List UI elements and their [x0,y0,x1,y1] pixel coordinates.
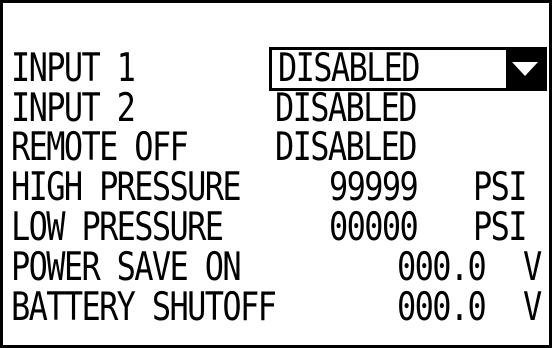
battery-shutoff-unit: V [523,285,542,330]
input1-dropdown[interactable]: DISABLED [269,47,547,91]
battery-shutoff-value[interactable]: 000.0 [397,288,487,328]
high-pressure-unit: PSI [473,165,528,210]
low-pressure-unit: PSI [473,205,528,250]
remote-off-value[interactable]: DISABLED [275,128,418,168]
power-save-on-unit: V [523,245,542,290]
low-pressure-label: LOW PRESSURE [11,205,224,250]
power-save-on-label: POWER SAVE ON [11,245,242,290]
lcd-screen: INPUT 1 DISABLED INPUT 2 DISABLED REMOTE… [0,0,552,348]
high-pressure-label: HIGH PRESSURE [11,165,242,210]
power-save-on-value[interactable]: 000.0 [397,248,487,288]
input1-selected-value: DISABLED [278,46,421,91]
input1-label: INPUT 1 [11,46,136,91]
input2-label: INPUT 2 [11,86,136,131]
remote-off-label: REMOTE OFF [11,125,189,170]
dropdown-button[interactable] [506,50,544,88]
low-pressure-value[interactable]: 00000 [329,208,419,248]
battery-shutoff-label: BATTERY SHUTOFF [11,285,277,330]
high-pressure-value[interactable]: 99999 [329,168,419,208]
input2-value[interactable]: DISABLED [275,89,418,129]
chevron-down-icon [512,62,538,76]
